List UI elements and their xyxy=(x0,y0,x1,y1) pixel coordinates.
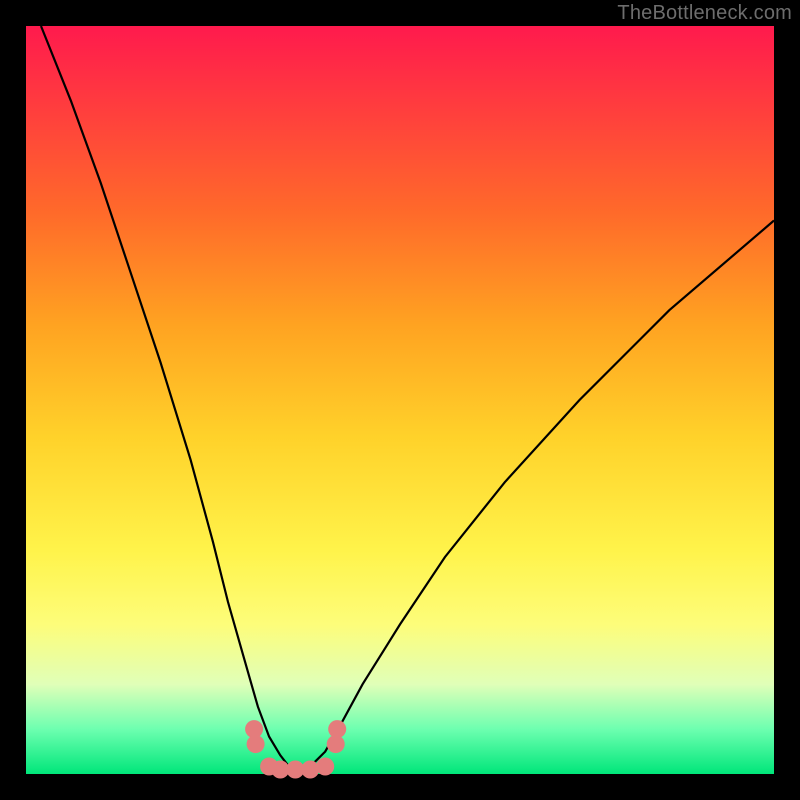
chart-plot-area xyxy=(26,26,774,774)
bottom-marker xyxy=(247,735,265,753)
bottom-marker xyxy=(301,761,319,779)
bottom-markers-group xyxy=(245,720,346,778)
left-curve-line xyxy=(41,26,303,771)
bottom-marker xyxy=(316,758,334,776)
chart-svg xyxy=(26,26,774,774)
right-curve-line xyxy=(303,221,774,772)
bottom-marker xyxy=(328,720,346,738)
watermark-text: TheBottleneck.com xyxy=(617,2,792,25)
chart-frame: TheBottleneck.com xyxy=(0,0,800,800)
